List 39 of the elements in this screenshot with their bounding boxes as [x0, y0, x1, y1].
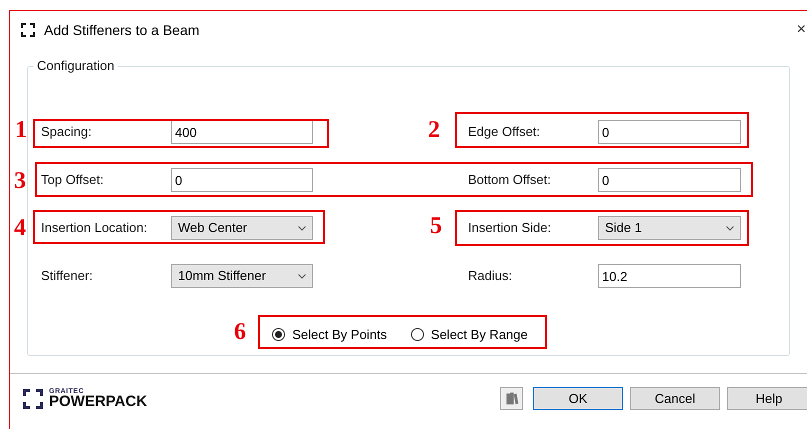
dropdown[interactable]: Web Center [171, 216, 313, 240]
chevron-down-icon [726, 226, 734, 230]
dialog-button[interactable]: Help [727, 387, 807, 410]
field-label: Top Offset: [41, 171, 105, 190]
radio-option[interactable]: Select By Range [410, 325, 528, 344]
input-field[interactable]: 400 [171, 120, 313, 144]
input-field[interactable]: 0 [598, 168, 741, 192]
logo-icon [22, 388, 44, 410]
field-label: Radius: [468, 267, 514, 286]
field-label: Spacing: [41, 123, 93, 142]
field-label: Bottom Offset: [468, 171, 552, 190]
annotation-number: 2 [428, 116, 440, 144]
annotation-number: 6 [234, 318, 246, 346]
field-label: Edge Offset: [468, 123, 542, 142]
close-button[interactable]: × [796, 22, 806, 38]
radio-option[interactable]: Select By Points [272, 325, 387, 344]
input-field[interactable]: 0 [171, 168, 313, 192]
annotation-number: 5 [430, 212, 442, 240]
field-label: Stiffener: [41, 267, 94, 286]
radio-button[interactable] [272, 328, 286, 342]
field-label: Insertion Location: [41, 219, 148, 238]
radio-button[interactable] [410, 328, 424, 342]
dropdown[interactable]: 10mm Stiffener [171, 264, 313, 288]
chevron-down-icon [298, 226, 306, 230]
dropdown[interactable]: Side 1 [598, 216, 741, 240]
dialog-button[interactable]: Cancel [630, 387, 720, 410]
annotation-number: 4 [14, 214, 26, 242]
window-title: Add Stiffeners to a Beam [44, 20, 200, 40]
field-label: Insertion Side: [468, 219, 552, 238]
annotation-number: 3 [14, 167, 26, 195]
dialog-button[interactable]: OK [533, 387, 623, 410]
books-icon[interactable] [500, 387, 523, 410]
input-field[interactable]: 10.2 [598, 264, 741, 288]
app-icon [20, 22, 36, 38]
chevron-down-icon [298, 274, 306, 278]
group-title: Configuration [33, 58, 118, 74]
input-field[interactable]: 0 [598, 120, 741, 144]
logo-product: POWERPACK [49, 394, 148, 409]
annotation-number: 1 [15, 116, 27, 144]
